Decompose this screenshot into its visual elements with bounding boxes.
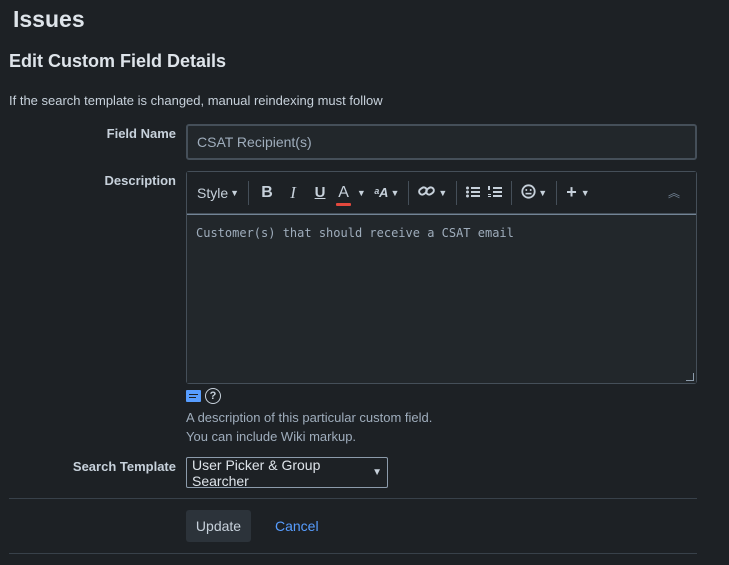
- plus-icon: +: [566, 182, 577, 202]
- emoji-button[interactable]: ▼: [517, 179, 551, 207]
- search-template-value: User Picker & Group Searcher: [192, 456, 321, 489]
- toolbar-divider: [556, 180, 558, 205]
- text-color-icon: A: [336, 183, 351, 206]
- toolbar-divider: [248, 180, 250, 205]
- bullet-list-button[interactable]: [462, 179, 484, 207]
- description-label: Description: [104, 173, 176, 188]
- wiki-markup-icon[interactable]: [186, 390, 201, 402]
- text-style-icon: ᵃA: [374, 185, 389, 200]
- divider: [9, 498, 697, 499]
- more-formatting-button[interactable]: ᵃA ▼: [370, 179, 403, 207]
- bullet-list-icon: [466, 185, 481, 201]
- edit-custom-field-page: Issues Edit Custom Field Details If the …: [0, 0, 729, 565]
- link-icon: [418, 184, 436, 201]
- toolbar-divider: [456, 180, 458, 205]
- bold-button[interactable]: B: [254, 179, 280, 207]
- chevron-down-icon: ▼: [230, 187, 240, 198]
- toolbar-divider: [511, 180, 513, 205]
- numbered-list-icon: [488, 185, 503, 201]
- underline-button[interactable]: U: [306, 179, 334, 207]
- insert-button[interactable]: + ▼: [562, 179, 593, 207]
- field-name-label: Field Name: [106, 126, 176, 141]
- reindex-notice: If the search template is changed, manua…: [9, 93, 383, 108]
- description-textarea[interactable]: Customer(s) that should receive a CSAT e…: [187, 214, 696, 383]
- resize-handle[interactable]: [686, 373, 694, 381]
- emoji-icon: [521, 183, 536, 202]
- field-name-input[interactable]: [186, 124, 697, 160]
- toolbar-divider: [408, 180, 410, 205]
- cancel-link[interactable]: Cancel: [275, 518, 319, 534]
- description-editor: Style ▼ B I U A ▼ ᵃA ▼ ▼ ▼ + ▼ ︽ Custome…: [186, 171, 697, 384]
- chevron-down-icon: ▼: [390, 187, 400, 198]
- style-label: Style: [197, 184, 229, 201]
- style-dropdown[interactable]: Style ▼: [193, 179, 243, 207]
- app-title: Issues: [13, 6, 85, 32]
- search-template-select[interactable]: User Picker & Group Searcher ▼: [186, 456, 388, 489]
- chevron-down-icon: ▼: [538, 187, 548, 198]
- chevron-down-icon: ▼: [356, 187, 366, 198]
- chevron-down-icon: ▼: [580, 187, 590, 198]
- description-help-line: A description of this particular custom …: [186, 410, 433, 425]
- update-button[interactable]: Update: [186, 510, 251, 542]
- search-template-label: Search Template: [72, 459, 176, 474]
- wiki-markup-icons: ?: [186, 388, 221, 404]
- link-button[interactable]: ▼: [414, 179, 451, 207]
- text-color-button[interactable]: A ▼: [334, 179, 370, 207]
- page-title: Edit Custom Field Details: [9, 51, 227, 71]
- help-icon[interactable]: ?: [205, 388, 221, 404]
- numbered-list-button[interactable]: [484, 179, 506, 207]
- editor-toolbar: Style ▼ B I U A ▼ ᵃA ▼ ▼ ▼ + ▼ ︽: [187, 172, 696, 214]
- collapse-toolbar-button[interactable]: ︽: [664, 179, 684, 207]
- collapse-icon: ︽: [667, 186, 680, 200]
- chevron-down-icon: ▼: [438, 187, 448, 198]
- description-help-line: You can include Wiki markup.: [186, 429, 357, 444]
- chevron-down-icon: ▼: [372, 467, 382, 478]
- italic-button[interactable]: I: [280, 179, 306, 207]
- divider: [9, 553, 697, 554]
